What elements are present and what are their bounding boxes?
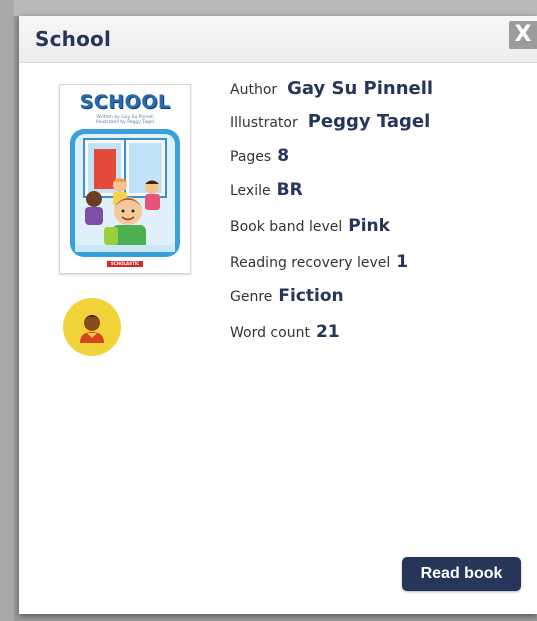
book-cover: SCHOOL Written by Gay Su Pinnell Illustr… bbox=[59, 84, 191, 274]
detail-label: Lexile bbox=[230, 183, 271, 199]
close-icon: X bbox=[514, 22, 532, 47]
publisher-logo: SCHOLASTIC bbox=[107, 261, 143, 267]
detail-value: Pink bbox=[348, 216, 390, 236]
reader-avatar-icon[interactable] bbox=[63, 298, 121, 356]
detail-label: Genre bbox=[230, 289, 273, 305]
detail-value: Gay Su Pinnell bbox=[287, 78, 434, 99]
read-book-button[interactable]: Read book bbox=[402, 557, 521, 591]
detail-value: BR bbox=[276, 180, 303, 200]
page-backdrop-header bbox=[0, 0, 537, 16]
close-button[interactable]: X bbox=[509, 21, 537, 49]
detail-row-genre: Genre Fiction bbox=[230, 286, 344, 306]
detail-label: Pages bbox=[230, 149, 272, 165]
detail-value: 21 bbox=[315, 322, 340, 342]
cover-illustrator-credit: Illustrated by Peggy Tagel bbox=[96, 120, 154, 125]
avatar-figure bbox=[80, 315, 104, 343]
detail-row-word-count: Word count 21 bbox=[230, 322, 340, 342]
detail-row-author: Author Gay Su Pinnell bbox=[230, 78, 433, 99]
detail-label: Illustrator bbox=[230, 115, 298, 131]
detail-label: Book band level bbox=[230, 219, 343, 235]
detail-row-lexile: Lexile BR bbox=[230, 180, 303, 200]
detail-row-book-band: Book band level Pink bbox=[230, 216, 390, 236]
detail-value: Peggy Tagel bbox=[307, 111, 431, 132]
detail-row-illustrator: Illustrator Peggy Tagel bbox=[230, 111, 430, 132]
cover-illustration bbox=[70, 129, 180, 257]
detail-label: Author bbox=[230, 82, 278, 98]
dialog-header: School bbox=[19, 16, 537, 63]
dialog-title: School bbox=[35, 27, 112, 51]
detail-row-pages: Pages 8 bbox=[230, 146, 289, 166]
page-backdrop-sidebar bbox=[0, 0, 14, 621]
detail-value: 1 bbox=[396, 252, 409, 272]
detail-row-reading-recovery: Reading recovery level 1 bbox=[230, 252, 408, 272]
detail-value: 8 bbox=[277, 146, 290, 166]
detail-label: Reading recovery level bbox=[230, 255, 391, 271]
detail-label: Word count bbox=[230, 325, 310, 341]
detail-value: Fiction bbox=[278, 286, 344, 306]
book-details-dialog: School X SCHOOL Written by Gay Su Pinnel… bbox=[19, 16, 537, 614]
publisher-label: SCHOLASTIC bbox=[110, 261, 140, 266]
cover-title: SCHOOL bbox=[79, 91, 171, 113]
